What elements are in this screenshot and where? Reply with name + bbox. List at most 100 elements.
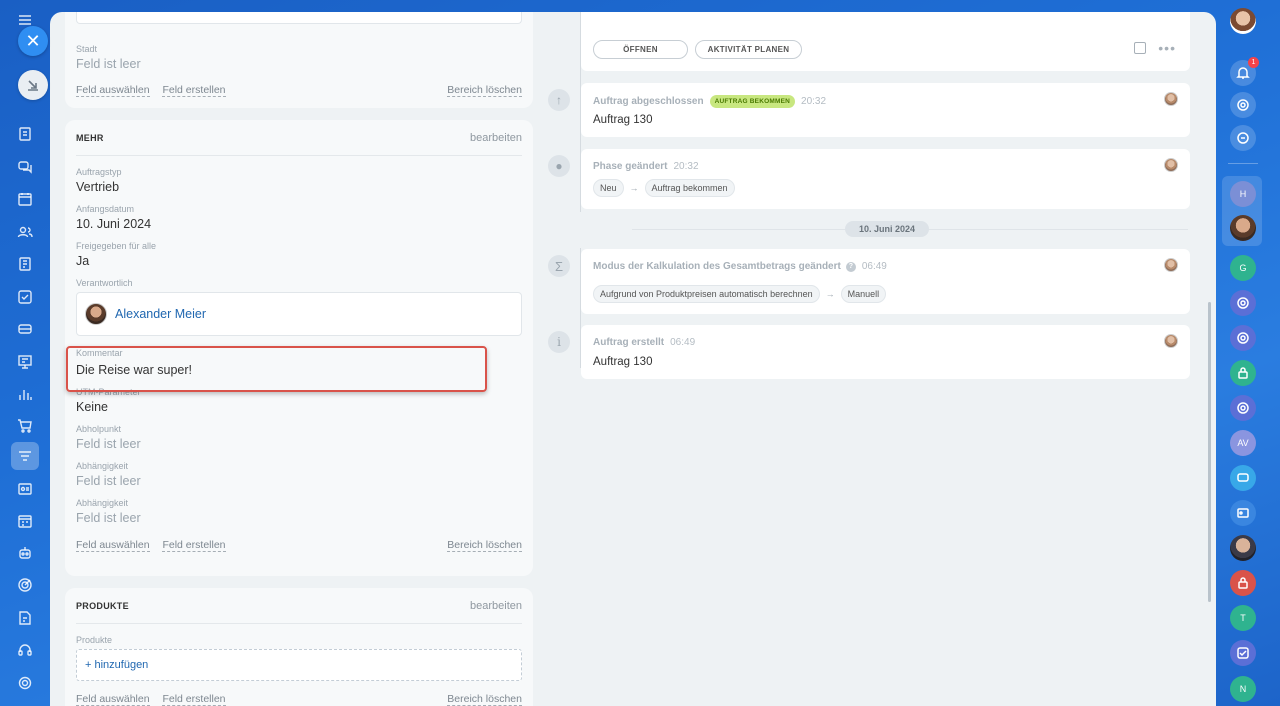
note-icon[interactable] [1134, 42, 1146, 54]
file-icon[interactable] [12, 251, 38, 277]
target-icon[interactable] [1230, 395, 1256, 421]
help-icon[interactable]: ? [845, 261, 856, 272]
mehr-edit-link[interactable]: bearbeiten [470, 132, 522, 144]
user-avatar[interactable] [1230, 8, 1256, 34]
event-title-text: Modus der Kalkulation des Gesamtbetrags … [593, 261, 841, 272]
open-button[interactable]: ÖFFNEN [593, 40, 688, 59]
field-value[interactable]: Vertrieb [76, 180, 522, 194]
event-text[interactable]: Auftrag 130 [593, 114, 652, 126]
responsible-person[interactable]: Alexander Meier [76, 292, 522, 336]
status-badge: AUFTRAG BEKOMMEN [709, 95, 796, 108]
mehr-header: MEHR bearbeiten [76, 120, 522, 156]
create-field-link[interactable]: Feld erstellen [162, 693, 226, 706]
lock-icon[interactable] [1230, 570, 1256, 596]
avatar[interactable] [1164, 158, 1178, 172]
crm-filter-icon[interactable] [11, 442, 39, 470]
field-value[interactable]: Feld ist leer [76, 511, 522, 525]
lock-icon[interactable] [1230, 360, 1256, 386]
tasks-icon[interactable] [1230, 640, 1256, 666]
event-time: 06:49 [861, 261, 887, 272]
avatar[interactable] [1164, 92, 1178, 106]
bell-icon[interactable]: 1 [1230, 57, 1259, 86]
cart-icon[interactable] [12, 413, 38, 439]
tasks-icon[interactable] [12, 284, 38, 310]
contact-card-icon[interactable] [12, 476, 38, 502]
storage-icon[interactable] [12, 316, 38, 342]
dependency-field: Abhängigkeit Feld ist leer [76, 498, 522, 525]
plan-activity-button[interactable]: AKTIVITÄT PLANEN [695, 40, 802, 59]
more-icon[interactable]: ••• [1158, 40, 1176, 56]
chat-avatar[interactable]: G [1230, 255, 1256, 281]
target-icon[interactable] [1230, 290, 1256, 316]
clear-section-link[interactable]: Bereich löschen [447, 539, 522, 552]
select-field-link[interactable]: Feld auswählen [76, 539, 150, 552]
city-label: Stadt [76, 44, 98, 54]
order-type-field: Auftragstyp Vertrieb [76, 167, 522, 194]
left-navigation: ✕ [0, 0, 50, 706]
chat-avatar[interactable]: N [1230, 676, 1256, 702]
target-icon[interactable] [12, 572, 38, 598]
field-links: Feld auswählen Feld erstellen Bereich lö… [76, 693, 522, 706]
chat-avatar[interactable] [1230, 535, 1256, 561]
avatar[interactable] [1164, 258, 1178, 272]
shared-field: Freigegeben für alle Ja [76, 241, 522, 268]
chat-avatar[interactable]: AV [1230, 430, 1256, 456]
clear-section-link[interactable]: Bereich löschen [447, 84, 522, 97]
contact-card-icon[interactable] [1230, 500, 1256, 526]
edit-document-icon[interactable] [12, 605, 38, 631]
address-input[interactable] [76, 12, 522, 24]
field-label: Abhängigkeit [76, 461, 129, 471]
chat-avatar[interactable] [1230, 215, 1256, 241]
event-title: Phase geändert 20:32 [593, 161, 699, 172]
create-field-link[interactable]: Feld erstellen [162, 539, 226, 552]
event-title: Modus der Kalkulation des Gesamtbetrags … [593, 261, 887, 272]
analytics-icon[interactable] [12, 381, 38, 407]
responsible-name[interactable]: Alexander Meier [115, 307, 206, 321]
divider [1228, 163, 1258, 164]
presentation-icon[interactable] [12, 349, 38, 375]
produkte-edit-link[interactable]: bearbeiten [470, 600, 522, 612]
headset-icon[interactable] [12, 637, 38, 663]
event-time: 06:49 [670, 337, 696, 348]
avatar[interactable] [1164, 334, 1178, 348]
tag-icon: ● [548, 155, 570, 177]
document-icon[interactable] [12, 121, 38, 147]
city-value[interactable]: Feld ist leer [76, 57, 141, 71]
field-label: Freigegeben für alle [76, 241, 157, 251]
collapse-button[interactable] [18, 70, 48, 100]
chat-avatar[interactable]: H [1230, 181, 1256, 207]
field-value[interactable]: Feld ist leer [76, 437, 522, 451]
stage-from-chip: Neu [593, 179, 624, 197]
clear-section-link[interactable]: Bereich löschen [447, 693, 522, 706]
field-label: Abhängigkeit [76, 498, 129, 508]
event-text[interactable]: Auftrag 130 [593, 356, 652, 368]
field-value[interactable]: 10. Juni 2024 [76, 217, 522, 231]
users-icon[interactable] [12, 219, 38, 245]
arrow-right-icon: → [825, 289, 835, 299]
chat-icon[interactable] [12, 154, 38, 180]
field-value[interactable]: Feld ist leer [76, 474, 522, 488]
field-value[interactable]: Keine [76, 400, 522, 414]
field-label: Abholpunkt [76, 424, 122, 434]
start-date-field: Anfangsdatum 10. Juni 2024 [76, 204, 522, 231]
schedule-icon[interactable] [12, 508, 38, 534]
settings-icon[interactable] [12, 670, 38, 696]
select-field-link[interactable]: Feld auswählen [76, 693, 150, 706]
search-chat-icon[interactable] [1230, 125, 1256, 151]
chat-bubble-icon[interactable] [1230, 465, 1256, 491]
target-icon[interactable] [1230, 325, 1256, 351]
target-icon[interactable] [1230, 92, 1256, 118]
stage-to-chip: Auftrag bekommen [644, 179, 735, 197]
chat-avatar[interactable]: T [1230, 605, 1256, 631]
create-field-link[interactable]: Feld erstellen [162, 84, 226, 97]
select-field-link[interactable]: Feld auswählen [76, 84, 150, 97]
robot-icon[interactable] [12, 540, 38, 566]
calendar-icon[interactable] [12, 186, 38, 212]
close-button[interactable]: ✕ [18, 26, 48, 56]
scrollbar[interactable] [1208, 302, 1211, 602]
field-label: Produkte [76, 635, 113, 645]
field-value[interactable]: Ja [76, 254, 522, 268]
add-product-button[interactable]: + hinzufügen [76, 649, 522, 681]
products-field: Produkte [76, 635, 522, 645]
event-title-text: Phase geändert [593, 161, 668, 172]
